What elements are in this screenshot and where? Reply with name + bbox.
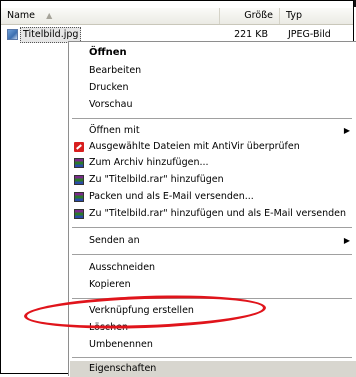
menu-separator bbox=[72, 227, 352, 228]
menu-item-copy[interactable]: Kopieren bbox=[70, 277, 356, 293]
column-size[interactable]: Größe bbox=[220, 8, 280, 24]
submenu-arrow-icon: ▶ bbox=[343, 236, 350, 245]
column-type[interactable]: Typ bbox=[280, 8, 353, 24]
menu-separator bbox=[72, 118, 352, 119]
menu-item-edit-label: Bearbeiten bbox=[89, 65, 142, 76]
menu-separator bbox=[72, 357, 352, 358]
menu-item-open-with[interactable]: Öffnen mit ▶ bbox=[70, 123, 356, 139]
menu-item-preview[interactable]: Vorschau bbox=[70, 97, 356, 113]
menu-item-rar-email[interactable]: Zu "Titelbild.rar" hinzufügen und als E-… bbox=[70, 206, 356, 222]
menu-item-antivir-label: Ausgewählte Dateien mit AntiVir überprüf… bbox=[89, 141, 300, 152]
menu-item-edit[interactable]: Bearbeiten bbox=[70, 63, 356, 79]
file-size: 221 KB bbox=[234, 29, 268, 40]
menu-item-rename[interactable]: Umbenennen bbox=[70, 337, 356, 353]
menu-item-properties-label: Eigenschaften bbox=[89, 363, 157, 374]
menu-item-add-archive[interactable]: Zum Archiv hinzufügen... bbox=[70, 155, 356, 171]
menu-item-open-label: Öffnen bbox=[89, 47, 127, 58]
column-size-label: Größe bbox=[244, 10, 273, 21]
menu-item-send-to-label: Senden an bbox=[89, 235, 140, 246]
menu-item-pack-email[interactable]: Packen und als E-Mail versenden... bbox=[70, 189, 356, 205]
menu-item-cut[interactable]: Ausschneiden bbox=[70, 260, 356, 276]
menu-separator bbox=[72, 254, 352, 255]
menu-item-send-to[interactable]: Senden an ▶ bbox=[70, 233, 356, 249]
menu-item-copy-label: Kopieren bbox=[89, 279, 131, 290]
menu-item-add-rar[interactable]: Zu "Titelbild.rar" hinzufügen bbox=[70, 172, 356, 188]
winrar-icon bbox=[74, 158, 84, 168]
menu-item-pack-email-label: Packen und als E-Mail versenden... bbox=[89, 191, 254, 202]
sort-ascending-icon: ▲ bbox=[46, 11, 53, 20]
menu-item-add-archive-label: Zum Archiv hinzufügen... bbox=[89, 157, 209, 168]
menu-item-print-label: Drucken bbox=[89, 82, 129, 93]
menu-item-cut-label: Ausschneiden bbox=[89, 262, 156, 273]
column-name-label: Name bbox=[7, 10, 36, 21]
menu-item-properties[interactable]: Eigenschaften bbox=[70, 361, 356, 377]
winrar-icon bbox=[74, 209, 84, 219]
menu-item-rename-label: Umbenennen bbox=[89, 339, 153, 350]
menu-item-print[interactable]: Drucken bbox=[70, 80, 356, 96]
column-name[interactable]: Name ▲ bbox=[1, 8, 220, 24]
file-type: JPEG-Bild bbox=[288, 29, 331, 40]
antivir-icon bbox=[74, 142, 84, 152]
submenu-arrow-icon: ▶ bbox=[343, 126, 350, 135]
file-row[interactable]: Titelbild.jpg 221 KB JPEG-Bild bbox=[1, 27, 353, 43]
column-header: Name ▲ Größe Typ bbox=[1, 8, 353, 25]
winrar-icon bbox=[74, 175, 84, 185]
menu-item-antivir[interactable]: Ausgewählte Dateien mit AntiVir überprüf… bbox=[70, 139, 356, 155]
menu-item-add-rar-label: Zu "Titelbild.rar" hinzufügen bbox=[89, 174, 224, 185]
image-file-icon bbox=[7, 29, 18, 40]
menu-item-rar-email-label: Zu "Titelbild.rar" hinzufügen und als E-… bbox=[89, 208, 346, 219]
menu-item-open[interactable]: Öffnen bbox=[70, 45, 356, 61]
column-type-label: Typ bbox=[286, 10, 302, 21]
menu-item-preview-label: Vorschau bbox=[89, 99, 133, 110]
menu-item-open-with-label: Öffnen mit bbox=[89, 125, 140, 136]
winrar-icon bbox=[74, 192, 84, 202]
